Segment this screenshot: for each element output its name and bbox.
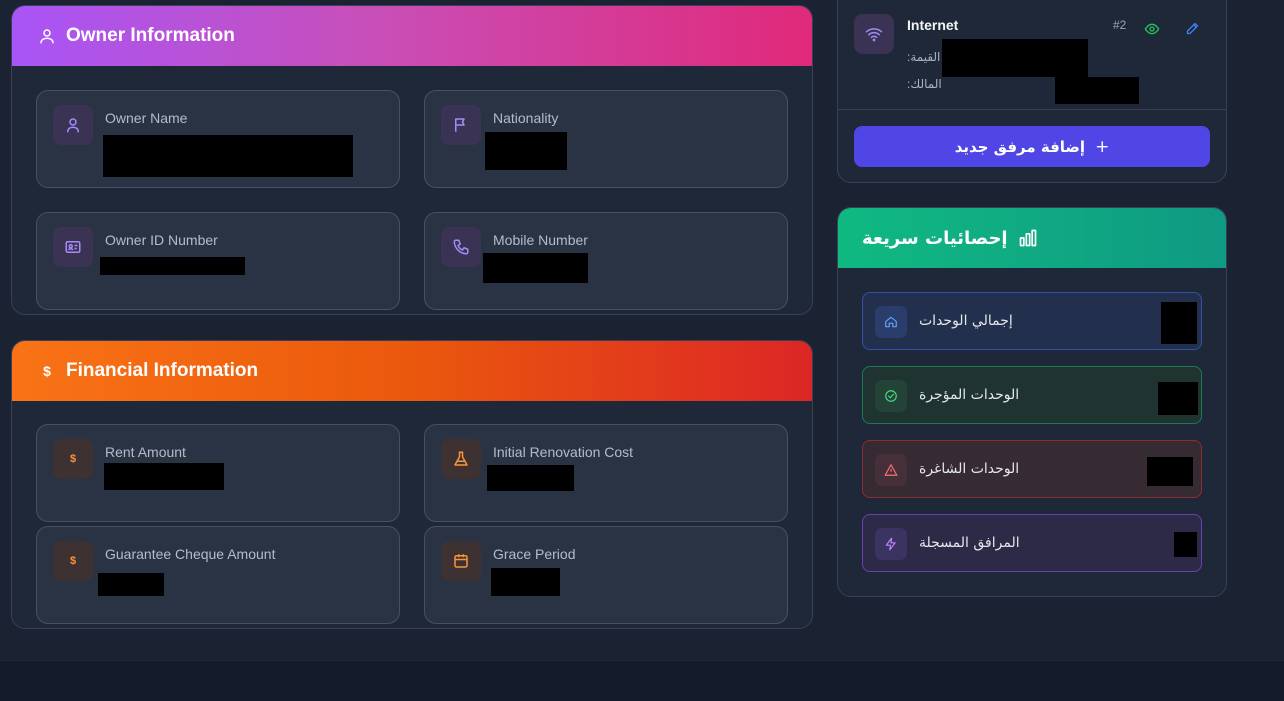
redacted-grace-period	[491, 568, 560, 596]
facility-value-label: القيمة:	[907, 50, 941, 64]
dollar-icon: $	[53, 541, 93, 581]
redacted-stat-value	[1147, 457, 1193, 486]
quick-stats-card: إحصائيات سريعة إجمالي الوحدات الوحدات ال…	[837, 207, 1227, 597]
redacted-nationality	[485, 132, 567, 170]
rent-amount-field: $ Rent Amount	[36, 424, 400, 522]
redacted-stat-value	[1161, 302, 1197, 344]
redacted-rent-amount	[104, 463, 224, 490]
stat-rented-units: الوحدات المؤجرة	[862, 366, 1202, 424]
phone-icon	[441, 227, 481, 267]
rent-amount-label: Rent Amount	[105, 444, 186, 460]
facility-card: Internet #2 القيمة: المالك: إضافة مرفق ج…	[837, 0, 1227, 183]
stat-registered-facilities-label: المرافق المسجلة	[919, 535, 1020, 551]
financial-information-card: $ Financial Information $ Rent Amount In…	[11, 340, 813, 629]
stats-card-title: إحصائيات سريعة	[862, 227, 1008, 249]
divider	[838, 109, 1226, 110]
dollar-icon: $	[43, 363, 51, 379]
guarantee-cheque-field: $ Guarantee Cheque Amount	[36, 526, 400, 624]
edit-icon[interactable]	[1185, 21, 1200, 41]
grace-period-label: Grace Period	[493, 546, 576, 562]
redacted-mobile-number	[483, 253, 588, 283]
mobile-number-field: Mobile Number	[424, 212, 788, 310]
home-icon	[875, 306, 907, 338]
check-circle-icon	[875, 380, 907, 412]
calendar-icon	[441, 541, 481, 581]
owner-id-field: Owner ID Number	[36, 212, 400, 310]
redacted-facility-value	[942, 39, 1088, 77]
add-facility-button[interactable]: إضافة مرفق جديد +	[854, 126, 1210, 167]
page-footer	[0, 660, 1284, 701]
redacted-renovation-cost	[487, 465, 574, 491]
nationality-label: Nationality	[493, 110, 559, 126]
mobile-number-label: Mobile Number	[493, 232, 588, 248]
user-icon	[53, 105, 93, 145]
stat-total-units: إجمالي الوحدات	[862, 292, 1202, 350]
owner-name-label: Owner Name	[105, 110, 188, 126]
stat-total-units-label: إجمالي الوحدات	[919, 313, 1013, 329]
owner-card-title: Owner Information	[66, 25, 235, 46]
owner-id-label: Owner ID Number	[105, 232, 218, 248]
redacted-facility-owner	[1055, 77, 1139, 104]
guarantee-cheque-label: Guarantee Cheque Amount	[105, 546, 276, 562]
user-icon	[40, 29, 54, 44]
flag-icon	[441, 105, 481, 145]
flask-icon	[441, 439, 481, 479]
id-card-icon	[53, 227, 93, 267]
redacted-owner-name	[103, 135, 353, 177]
redacted-stat-value	[1174, 532, 1197, 557]
stat-registered-facilities: المرافق المسجلة	[862, 514, 1202, 572]
owner-name-field: Owner Name	[36, 90, 400, 188]
eye-icon[interactable]	[1144, 21, 1160, 42]
warning-icon	[875, 454, 907, 486]
add-facility-label: إضافة مرفق جديد	[954, 137, 1086, 156]
owner-card-header: Owner Information	[12, 6, 812, 66]
stat-rented-units-label: الوحدات المؤجرة	[919, 387, 1020, 403]
facility-owner-label: المالك:	[907, 77, 942, 91]
stats-card-header: إحصائيات سريعة	[838, 208, 1226, 268]
plus-icon: +	[1095, 136, 1110, 157]
stat-vacant-units-label: الوحدات الشاغرة	[919, 461, 1020, 477]
facility-number: #2	[1113, 18, 1127, 32]
stat-vacant-units: الوحدات الشاغرة	[862, 440, 1202, 498]
bar-chart-icon	[1019, 229, 1036, 247]
renovation-cost-field: Initial Renovation Cost	[424, 424, 788, 522]
bolt-icon	[875, 528, 907, 560]
nationality-field: Nationality	[424, 90, 788, 188]
financial-card-title: Financial Information	[66, 360, 259, 381]
financial-card-header: $ Financial Information	[12, 341, 812, 401]
owner-information-card: Owner Information Owner Name Nationality…	[11, 5, 813, 315]
redacted-guarantee-cheque	[98, 573, 164, 596]
redacted-stat-value	[1158, 382, 1198, 415]
wifi-icon	[854, 14, 894, 54]
renovation-cost-label: Initial Renovation Cost	[493, 444, 634, 460]
facility-name: Internet	[907, 17, 959, 33]
dollar-icon: $	[53, 439, 93, 479]
grace-period-field: Grace Period	[424, 526, 788, 624]
redacted-owner-id	[100, 257, 245, 275]
